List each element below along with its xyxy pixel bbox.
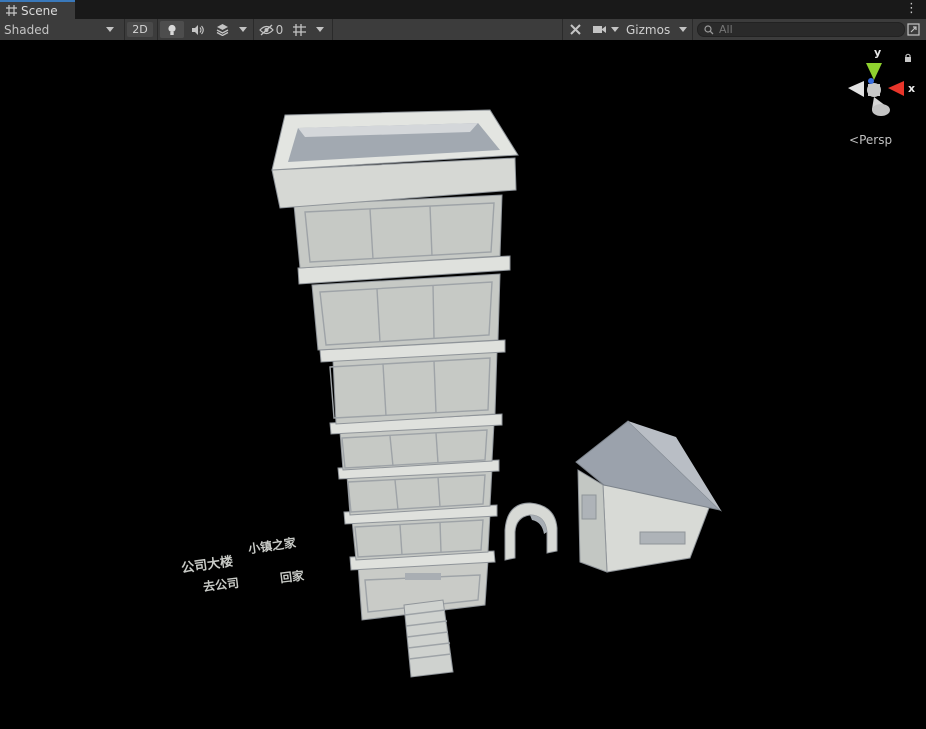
effects-toggle[interactable] — [210, 19, 234, 40]
speaker-icon — [191, 24, 204, 35]
house-object — [575, 420, 722, 573]
maximize-button[interactable] — [904, 19, 922, 40]
chevron-down-icon — [316, 27, 324, 32]
chevron-left-icon: < — [849, 133, 860, 147]
chevron-down-icon — [679, 27, 687, 32]
maximize-icon — [906, 23, 920, 36]
tab-bar: Scene ⋮ — [0, 0, 926, 20]
grid-icon — [6, 5, 17, 16]
lightbulb-icon — [168, 24, 176, 35]
projection-label: Persp — [859, 133, 893, 147]
hidden-objects-toggle[interactable]: 0 — [256, 19, 286, 40]
divider — [562, 19, 563, 40]
search-input[interactable] — [719, 23, 889, 36]
tab-scene[interactable]: Scene — [0, 0, 75, 19]
shading-mode-dropdown[interactable]: Shaded — [0, 19, 120, 40]
scene-3d-render — [271, 109, 722, 678]
gizmos-dropdown[interactable] — [676, 19, 690, 40]
hidden-count: 0 — [275, 22, 284, 37]
projection-toggle[interactable]: <Persp — [849, 133, 892, 147]
camera-settings-button[interactable] — [590, 19, 608, 40]
scene-search-field[interactable] — [697, 22, 905, 37]
layers-icon — [216, 24, 228, 36]
axis-x-label: x — [908, 82, 916, 95]
axis-y-label: y — [874, 46, 882, 59]
tower-building — [271, 109, 519, 678]
arch-object — [504, 502, 558, 561]
camera-dropdown[interactable] — [608, 19, 622, 40]
grid-toggle[interactable] — [289, 19, 309, 40]
scene-viewport[interactable]: 公司大楼 小镇之家 去公司 回家 y x <Persp — [0, 40, 926, 726]
scene-text-go-home: 回家 — [279, 568, 305, 586]
effects-dropdown[interactable] — [236, 19, 250, 40]
search-icon — [704, 24, 714, 34]
divider — [253, 19, 254, 40]
audio-toggle[interactable] — [186, 19, 208, 40]
tools-button[interactable] — [565, 19, 585, 40]
gizmos-label: Gizmos — [626, 22, 671, 37]
divider — [157, 19, 158, 40]
tools-icon — [569, 24, 581, 35]
hidden-eye-icon — [258, 24, 274, 35]
chevron-down-icon — [611, 27, 619, 32]
grid-snap-icon — [292, 23, 306, 36]
shading-mode-label: Shaded — [4, 22, 50, 37]
divider — [332, 19, 333, 40]
camera-icon — [592, 26, 606, 33]
divider — [124, 19, 125, 40]
mode-2d-toggle[interactable]: 2D — [127, 19, 153, 40]
gizmos-button[interactable]: Gizmos — [623, 19, 675, 40]
grid-dropdown[interactable] — [312, 19, 328, 40]
kebab-menu-icon[interactable]: ⋮ — [905, 2, 918, 16]
divider — [692, 19, 693, 40]
lock-icon[interactable] — [904, 53, 912, 62]
chevron-down-icon — [106, 27, 114, 32]
tab-scene-label: Scene — [21, 3, 58, 18]
mode-2d-label: 2D — [127, 22, 153, 37]
lighting-toggle[interactable] — [160, 21, 184, 38]
chevron-down-icon — [239, 27, 247, 32]
